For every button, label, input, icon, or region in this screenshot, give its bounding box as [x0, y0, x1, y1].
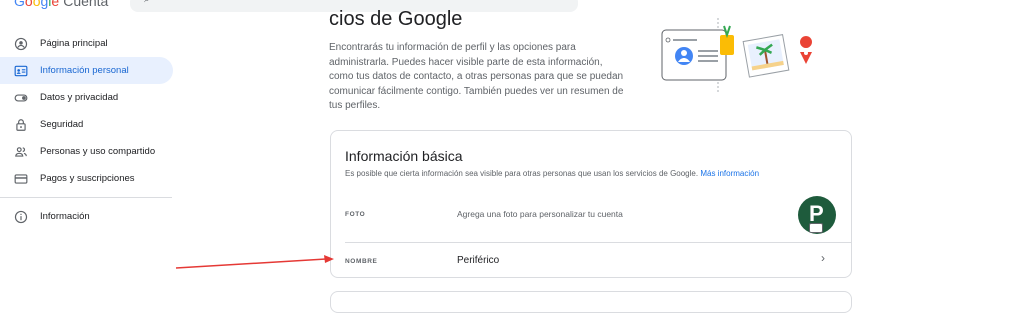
info-icon	[14, 210, 28, 224]
search-icon[interactable]: ⌕	[144, 0, 150, 5]
sidebar-item-label: Página principal	[40, 38, 108, 49]
sidebar-item-label: Información personal	[40, 65, 129, 76]
name-value: Periférico	[457, 255, 500, 266]
sidebar-divider	[0, 197, 172, 198]
people-icon	[14, 145, 28, 159]
more-info-link[interactable]: Más información	[700, 169, 759, 178]
next-card	[330, 291, 852, 313]
sidebar: Página principal Información personal Da…	[0, 30, 180, 230]
top-bar: GoogleCuenta ⌕	[0, 0, 1024, 14]
sidebar-item-security[interactable]: Seguridad	[0, 111, 173, 138]
google-account-logo[interactable]: Google Cuenta	[14, 0, 108, 9]
toggle-icon	[14, 91, 28, 105]
sidebar-item-label: Pagos y suscripciones	[40, 173, 135, 184]
logo-letter: o	[24, 0, 33, 9]
name-row[interactable]	[331, 243, 851, 276]
photo-hint: Agrega una foto para personalizar tu cue…	[457, 209, 623, 219]
sidebar-item-label: Datos y privacidad	[40, 92, 119, 103]
sidebar-item-label: Seguridad	[40, 119, 84, 130]
photo-label: FOTO	[345, 211, 366, 218]
sidebar-item-data-privacy[interactable]: Datos y privacidad	[0, 84, 173, 111]
sidebar-item-payments[interactable]: Pagos y suscripciones	[0, 165, 173, 192]
sidebar-item-label: Personas y uso compartido	[40, 146, 156, 157]
profile-illustration	[660, 18, 820, 94]
credit-card-icon	[14, 172, 28, 186]
card-description: Es posible que cierta información sea vi…	[345, 169, 759, 178]
sidebar-item-info[interactable]: Información	[0, 203, 173, 230]
basic-info-card: Información básica Es posible que cierta…	[330, 130, 852, 278]
card-title: Información básica	[345, 148, 463, 164]
page-intro: Encontrarás tu información de perfil y l…	[329, 42, 624, 112]
lock-icon	[14, 118, 28, 132]
account-circle-icon	[14, 37, 28, 51]
logo-letter: e	[51, 0, 60, 9]
camera-icon	[809, 223, 823, 233]
page-title: cios de Google	[329, 8, 463, 30]
sidebar-item-personal-info[interactable]: Información personal	[0, 57, 173, 84]
chevron-right-icon: ›	[821, 251, 825, 265]
sidebar-item-people-sharing[interactable]: Personas y uso compartido	[0, 138, 173, 165]
name-label: NOMBRE	[345, 258, 378, 265]
logo-letter: G	[14, 0, 25, 9]
sidebar-item-home[interactable]: Página principal	[0, 30, 173, 57]
card-description-text: Es posible que cierta información sea vi…	[345, 169, 699, 178]
sidebar-item-label: Información	[40, 211, 90, 222]
id-card-icon	[14, 64, 28, 78]
avatar[interactable]: P	[798, 196, 836, 234]
product-name: Cuenta	[63, 0, 109, 9]
